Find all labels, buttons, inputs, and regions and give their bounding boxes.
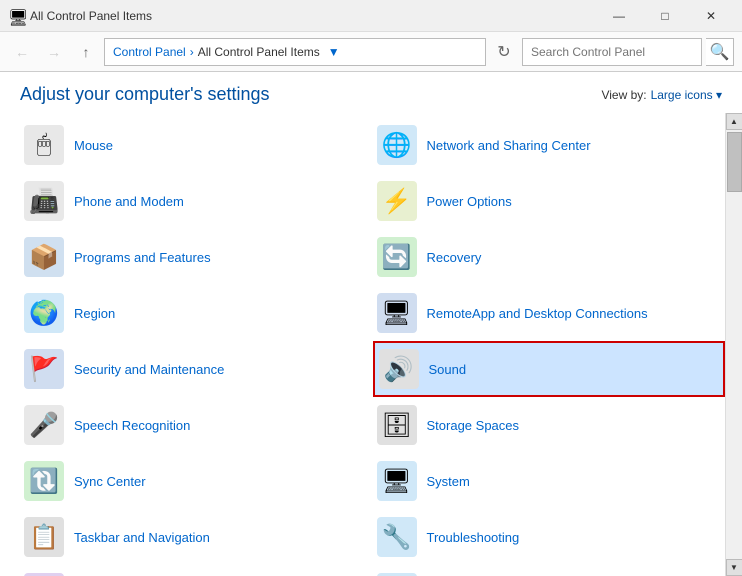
trouble-label[interactable]: Troubleshooting bbox=[427, 530, 520, 545]
grid-item-user[interactable]: 👥 User Accounts bbox=[20, 565, 373, 576]
items-container: 🖱 Mouse 🌐 Network and Sharing Center 📠 P… bbox=[0, 113, 742, 576]
content-header: Adjust your computer's settings View by:… bbox=[0, 72, 742, 113]
sound-label[interactable]: Sound bbox=[429, 362, 467, 377]
programs-icon: 📦 bbox=[24, 237, 64, 277]
region-icon: 🌍 bbox=[24, 293, 64, 333]
breadcrumb-root[interactable]: Control Panel bbox=[113, 45, 186, 59]
scrollbar[interactable]: ▲ ▼ bbox=[725, 113, 742, 576]
grid-item-speech[interactable]: 🎤 Speech Recognition bbox=[20, 397, 373, 453]
recovery-icon: 🔄 bbox=[377, 237, 417, 277]
storage-label[interactable]: Storage Spaces bbox=[427, 418, 520, 433]
remoteapp-label[interactable]: RemoteApp and Desktop Connections bbox=[427, 306, 648, 321]
search-input[interactable] bbox=[522, 38, 702, 66]
scroll-up-button[interactable]: ▲ bbox=[726, 113, 742, 130]
system-icon: 🖥 bbox=[377, 461, 417, 501]
system-label[interactable]: System bbox=[427, 474, 470, 489]
items-grid: 🖱 Mouse 🌐 Network and Sharing Center 📠 P… bbox=[0, 113, 725, 576]
address-bar: ← → ↑ Control Panel › All Control Panel … bbox=[0, 32, 742, 72]
taskbar-icon: 📋 bbox=[24, 517, 64, 557]
scroll-down-button[interactable]: ▼ bbox=[726, 559, 742, 576]
network-icon: 🌐 bbox=[377, 125, 417, 165]
grid-item-system[interactable]: 🖥 System bbox=[373, 453, 726, 509]
breadcrumb-current: All Control Panel Items bbox=[198, 45, 320, 59]
grid-item-power[interactable]: ⚡ Power Options bbox=[373, 173, 726, 229]
scroll-thumb[interactable] bbox=[727, 132, 742, 192]
grid-item-trouble[interactable]: 🔧 Troubleshooting bbox=[373, 509, 726, 565]
phone-label[interactable]: Phone and Modem bbox=[74, 194, 184, 209]
grid-item-defender[interactable]: 🛡 Windows Defender Firewall bbox=[373, 565, 726, 576]
power-icon: ⚡ bbox=[377, 181, 417, 221]
grid-item-programs[interactable]: 📦 Programs and Features bbox=[20, 229, 373, 285]
minimize-button[interactable]: — bbox=[596, 0, 642, 32]
search-icon[interactable]: 🔍 bbox=[706, 38, 734, 66]
recovery-label[interactable]: Recovery bbox=[427, 250, 482, 265]
speech-label[interactable]: Speech Recognition bbox=[74, 418, 190, 433]
remoteapp-icon: 🖥 bbox=[377, 293, 417, 333]
sync-icon: 🔃 bbox=[24, 461, 64, 501]
breadcrumb-bar[interactable]: Control Panel › All Control Panel Items … bbox=[104, 38, 486, 66]
grid-item-phone[interactable]: 📠 Phone and Modem bbox=[20, 173, 373, 229]
security-label[interactable]: Security and Maintenance bbox=[74, 362, 224, 377]
forward-button[interactable]: → bbox=[40, 38, 68, 66]
breadcrumb-dropdown[interactable]: ▼ bbox=[328, 45, 340, 59]
breadcrumb-separator: › bbox=[190, 45, 194, 59]
grid-item-sync[interactable]: 🔃 Sync Center bbox=[20, 453, 373, 509]
grid-item-recovery[interactable]: 🔄 Recovery bbox=[373, 229, 726, 285]
window-title: All Control Panel Items bbox=[30, 9, 596, 23]
maximize-button[interactable]: □ bbox=[642, 0, 688, 32]
view-by-control: View by: Large icons ▾ bbox=[601, 88, 722, 102]
close-button[interactable]: ✕ bbox=[688, 0, 734, 32]
back-button[interactable]: ← bbox=[8, 38, 36, 66]
view-by-value[interactable]: Large icons ▾ bbox=[651, 88, 722, 102]
grid-item-taskbar[interactable]: 📋 Taskbar and Navigation bbox=[20, 509, 373, 565]
grid-item-mouse[interactable]: 🖱 Mouse bbox=[20, 117, 373, 173]
region-label[interactable]: Region bbox=[74, 306, 115, 321]
grid-item-region[interactable]: 🌍 Region bbox=[20, 285, 373, 341]
grid-item-network[interactable]: 🌐 Network and Sharing Center bbox=[373, 117, 726, 173]
grid-item-security[interactable]: 🚩 Security and Maintenance bbox=[20, 341, 373, 397]
phone-icon: 📠 bbox=[24, 181, 64, 221]
up-button[interactable]: ↑ bbox=[72, 38, 100, 66]
trouble-icon: 🔧 bbox=[377, 517, 417, 557]
view-by-label: View by: bbox=[601, 88, 646, 102]
main-area: Adjust your computer's settings View by:… bbox=[0, 72, 742, 576]
power-label[interactable]: Power Options bbox=[427, 194, 512, 209]
grid-item-sound[interactable]: 🔊 Sound bbox=[373, 341, 726, 397]
window-controls: — □ ✕ bbox=[596, 0, 734, 32]
mouse-icon: 🖱 bbox=[24, 125, 64, 165]
speech-icon: 🎤 bbox=[24, 405, 64, 445]
programs-label[interactable]: Programs and Features bbox=[74, 250, 211, 265]
storage-icon: 🗄 bbox=[377, 405, 417, 445]
refresh-button[interactable]: ↻ bbox=[490, 38, 518, 66]
grid-item-remoteapp[interactable]: 🖥 RemoteApp and Desktop Connections bbox=[373, 285, 726, 341]
network-label[interactable]: Network and Sharing Center bbox=[427, 138, 591, 153]
sound-icon: 🔊 bbox=[379, 349, 419, 389]
window-icon: 🖥 bbox=[8, 8, 24, 24]
sync-label[interactable]: Sync Center bbox=[74, 474, 146, 489]
mouse-label[interactable]: Mouse bbox=[74, 138, 113, 153]
page-title: Adjust your computer's settings bbox=[20, 84, 270, 105]
security-icon: 🚩 bbox=[24, 349, 64, 389]
title-bar: 🖥 All Control Panel Items — □ ✕ bbox=[0, 0, 742, 32]
taskbar-label[interactable]: Taskbar and Navigation bbox=[74, 530, 210, 545]
grid-item-storage[interactable]: 🗄 Storage Spaces bbox=[373, 397, 726, 453]
